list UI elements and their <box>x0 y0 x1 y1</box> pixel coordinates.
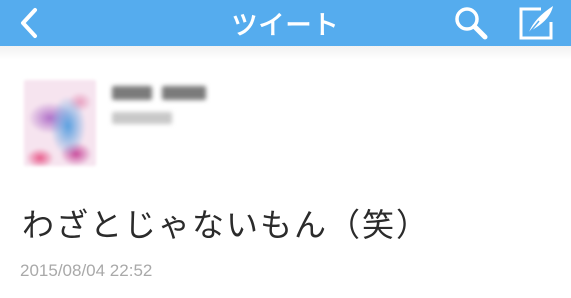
tweet-timestamp: 2015/08/04 22:52 <box>20 261 153 280</box>
navbar-shadow <box>0 46 571 60</box>
handle-redacted[interactable] <box>112 112 172 124</box>
compose-icon <box>519 6 553 40</box>
compose-button[interactable] <box>514 3 560 43</box>
avatar[interactable] <box>24 80 96 166</box>
search-button[interactable] <box>449 4 493 42</box>
search-icon <box>455 7 488 40</box>
tweet-text: わざとじゃないもん（笑） <box>22 206 431 244</box>
back-button[interactable] <box>12 5 46 41</box>
chevron-left-icon <box>21 8 37 38</box>
display-name-redacted[interactable] <box>112 84 216 102</box>
page-title: ツイート <box>231 10 340 41</box>
top-navigation-bar: ツイート <box>0 0 571 46</box>
